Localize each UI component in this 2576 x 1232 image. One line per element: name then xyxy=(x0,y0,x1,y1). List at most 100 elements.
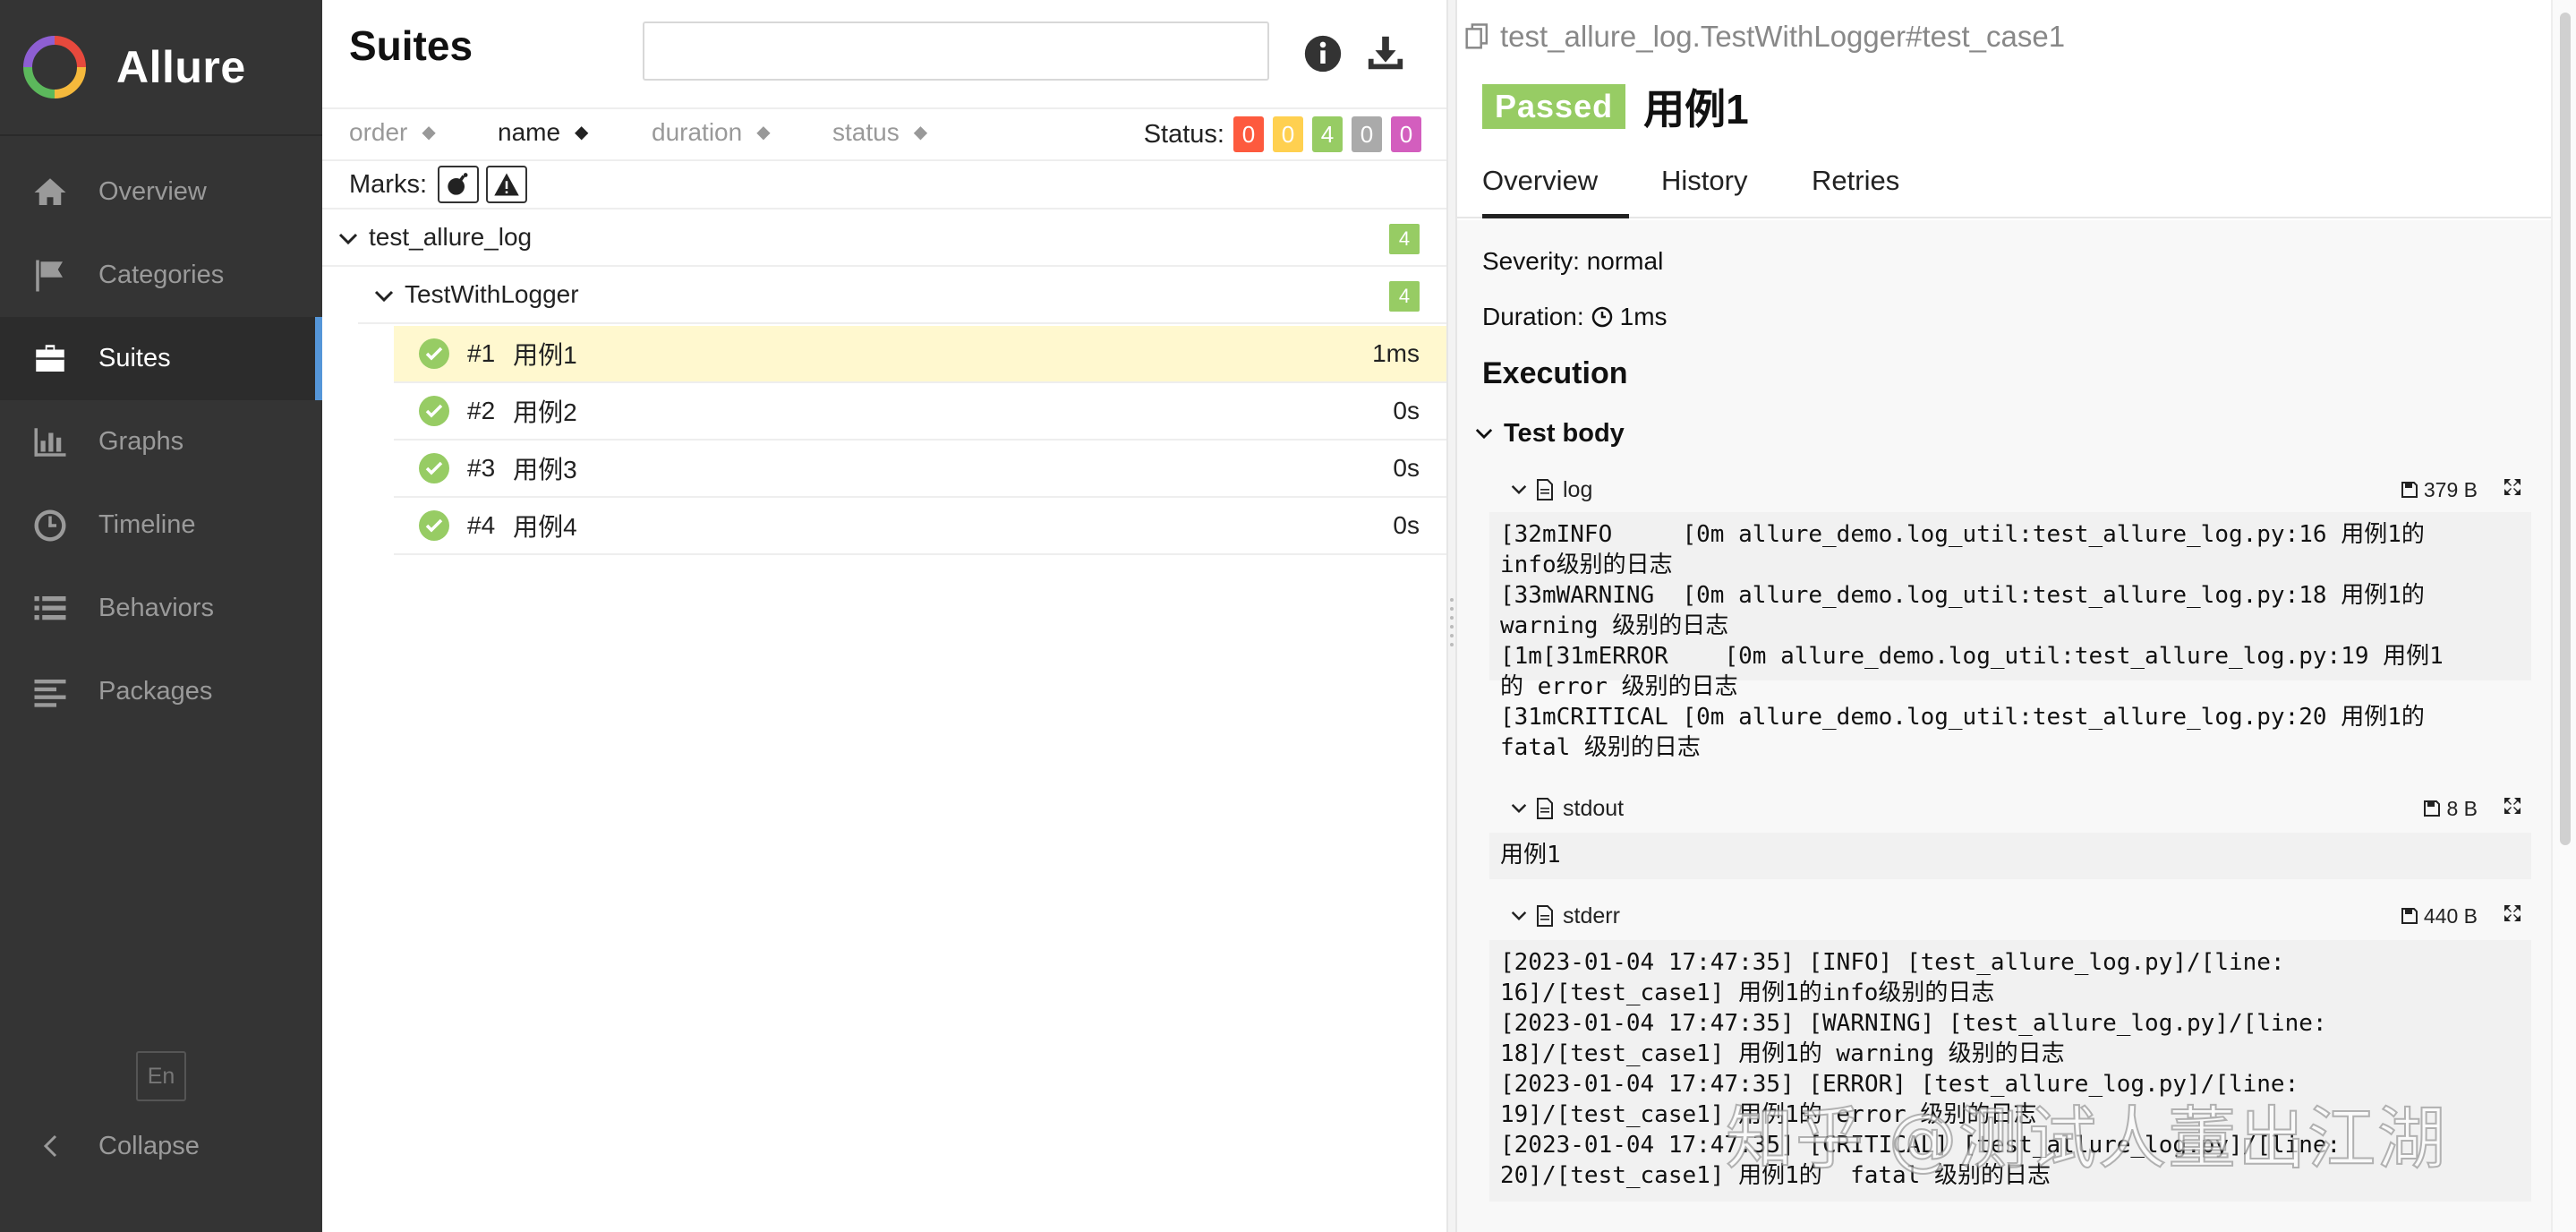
brand-name: Allure xyxy=(116,42,246,92)
tab-retries[interactable]: Retries xyxy=(1812,165,1899,218)
case-number: #1 xyxy=(467,339,496,367)
warning-mark-icon[interactable] xyxy=(486,166,527,203)
sort-by-order[interactable]: order ◆ xyxy=(349,118,436,147)
test-name: 用例1 xyxy=(1643,86,1749,133)
passed-check-icon xyxy=(419,396,449,426)
save-icon xyxy=(2401,907,2418,925)
chevron-down-icon xyxy=(1511,484,1527,495)
chevron-down-icon xyxy=(1511,803,1527,814)
tab-overview[interactable]: Overview xyxy=(1482,165,1629,218)
copy-icon[interactable] xyxy=(1464,22,1491,51)
suites-header: Suites xyxy=(322,0,1446,109)
sidebar-item-label: Behaviors xyxy=(98,594,214,622)
list-icon xyxy=(30,589,70,629)
case-number: #4 xyxy=(467,511,496,539)
marks-bar: Marks: xyxy=(322,161,1446,210)
sidebar-item-suites[interactable]: Suites xyxy=(0,317,322,400)
sort-label: order xyxy=(349,118,408,146)
file-icon xyxy=(1536,798,1554,819)
case-duration: 1ms xyxy=(1372,339,1420,367)
severity: Severity: normal xyxy=(1482,247,1664,275)
allure-report-app: Allure Overview Categories Suites Graphs… xyxy=(0,0,2576,1232)
test-case-row[interactable]: #4 用例4 0s xyxy=(394,498,1446,555)
download-icon[interactable] xyxy=(1362,30,1409,77)
collapse-button[interactable]: Collapse xyxy=(30,1123,200,1169)
case-name: 用例1 xyxy=(513,341,577,369)
attachment-name: stderr xyxy=(1563,903,1620,928)
sidebar-item-label: Packages xyxy=(98,677,213,706)
expand-icon[interactable] xyxy=(2503,796,2522,822)
attachment-size-value: 8 B xyxy=(2446,796,2478,820)
sort-bar: order ◆ name ◆ duration ◆ status ◆ Status: 0… xyxy=(322,109,1446,161)
status-failed-chip[interactable]: 0 xyxy=(1233,116,1264,152)
overview-content: Severity: normal Duration: 1ms Execution… xyxy=(1457,220,2551,1232)
chevron-down-icon xyxy=(1511,911,1527,921)
attachment-size-value: 440 B xyxy=(2423,903,2478,928)
language-switch[interactable]: En xyxy=(136,1051,186,1101)
expand-icon[interactable] xyxy=(2503,477,2522,503)
test-title: Passed 用例1 xyxy=(1482,77,1749,136)
splitter-grip-icon[interactable] xyxy=(1448,595,1455,648)
status-passed-chip[interactable]: 4 xyxy=(1312,116,1343,152)
test-full-name: test_allure_log.TestWithLogger#test_case… xyxy=(1500,20,2066,53)
sort-label: duration xyxy=(652,118,743,146)
flag-icon xyxy=(30,256,70,295)
attachment-header-stderr[interactable]: stderr 440 B xyxy=(1511,894,2522,938)
brand[interactable]: Allure xyxy=(0,0,322,136)
status-badge: Passed xyxy=(1482,84,1626,129)
suite-row[interactable]: test_allure_log 4 xyxy=(322,210,1446,267)
sidebar-item-timeline[interactable]: Timeline xyxy=(0,483,322,567)
expand-icon[interactable] xyxy=(2503,903,2522,929)
passed-check-icon xyxy=(419,510,449,541)
sort-by-duration[interactable]: duration ◆ xyxy=(652,118,771,147)
execution-heading: Execution xyxy=(1482,356,1628,390)
attachment-size-value: 379 B xyxy=(2423,477,2478,501)
flaky-mark-icon[interactable] xyxy=(438,166,479,203)
test-case-row[interactable]: #2 用例2 0s xyxy=(394,383,1446,441)
attachment-header-log[interactable]: log 379 B xyxy=(1511,467,2522,512)
attachment-size: 440 B xyxy=(2401,904,2478,928)
sidebar-item-graphs[interactable]: Graphs xyxy=(0,400,322,483)
case-name: 用例3 xyxy=(513,456,577,483)
status-skipped-chip[interactable]: 0 xyxy=(1352,116,1382,152)
test-case-row[interactable]: #1 用例1 1ms xyxy=(394,326,1446,383)
passed-check-icon xyxy=(419,338,449,369)
sort-by-status[interactable]: status ◆ xyxy=(832,118,927,147)
attachment-content-log: [32mINFO [0m allure_demo.log_util:test_a… xyxy=(1489,512,2531,761)
attachment-header-stdout[interactable]: stdout 8 B xyxy=(1511,786,2522,831)
class-count-badge: 4 xyxy=(1389,281,1420,312)
page-title: Suites xyxy=(349,22,473,69)
attachment-content-stdout: 用例1 xyxy=(1489,833,2531,879)
status-broken-chip[interactable]: 0 xyxy=(1273,116,1303,152)
scrollbar-thumb[interactable] xyxy=(2560,13,2571,845)
passed-check-icon xyxy=(419,453,449,483)
allure-logo xyxy=(23,36,86,98)
align-left-icon xyxy=(30,672,70,712)
scrollbar[interactable] xyxy=(2551,0,2576,1232)
status-unknown-chip[interactable]: 0 xyxy=(1391,116,1421,152)
sidebar-item-behaviors[interactable]: Behaviors xyxy=(0,567,322,650)
class-name: TestWithLogger xyxy=(405,280,579,308)
sidebar-nav: Overview Categories Suites Graphs Timeli… xyxy=(0,136,322,733)
attachment-size: 8 B xyxy=(2423,797,2478,821)
status-filter-label: Status: xyxy=(1143,119,1224,149)
case-duration: 0s xyxy=(1393,511,1420,539)
suites-pane: Suites order ◆ name ◆ duration ◆ status ◆ xyxy=(322,0,1446,1232)
duration-value: 1ms xyxy=(1619,303,1668,330)
test-body-toggle[interactable]: Test body xyxy=(1475,419,1625,449)
class-row[interactable]: TestWithLogger 4 xyxy=(358,267,1446,324)
duration-label: Duration: xyxy=(1482,303,1584,330)
sidebar-item-packages[interactable]: Packages xyxy=(0,650,322,733)
sort-by-name[interactable]: name ◆ xyxy=(498,118,588,147)
test-case-row[interactable]: #3 用例3 0s xyxy=(394,441,1446,498)
case-duration: 0s xyxy=(1393,454,1420,482)
search-input[interactable] xyxy=(643,21,1269,81)
sidebar-item-categories[interactable]: Categories xyxy=(0,234,322,317)
suite-name: test_allure_log xyxy=(369,223,533,251)
sidebar-item-overview[interactable]: Overview xyxy=(0,150,322,234)
briefcase-icon xyxy=(30,339,70,379)
info-icon[interactable] xyxy=(1300,30,1346,77)
case-name: 用例2 xyxy=(513,398,577,426)
tab-history[interactable]: History xyxy=(1661,165,1747,218)
sidebar-item-label: Categories xyxy=(98,261,225,289)
